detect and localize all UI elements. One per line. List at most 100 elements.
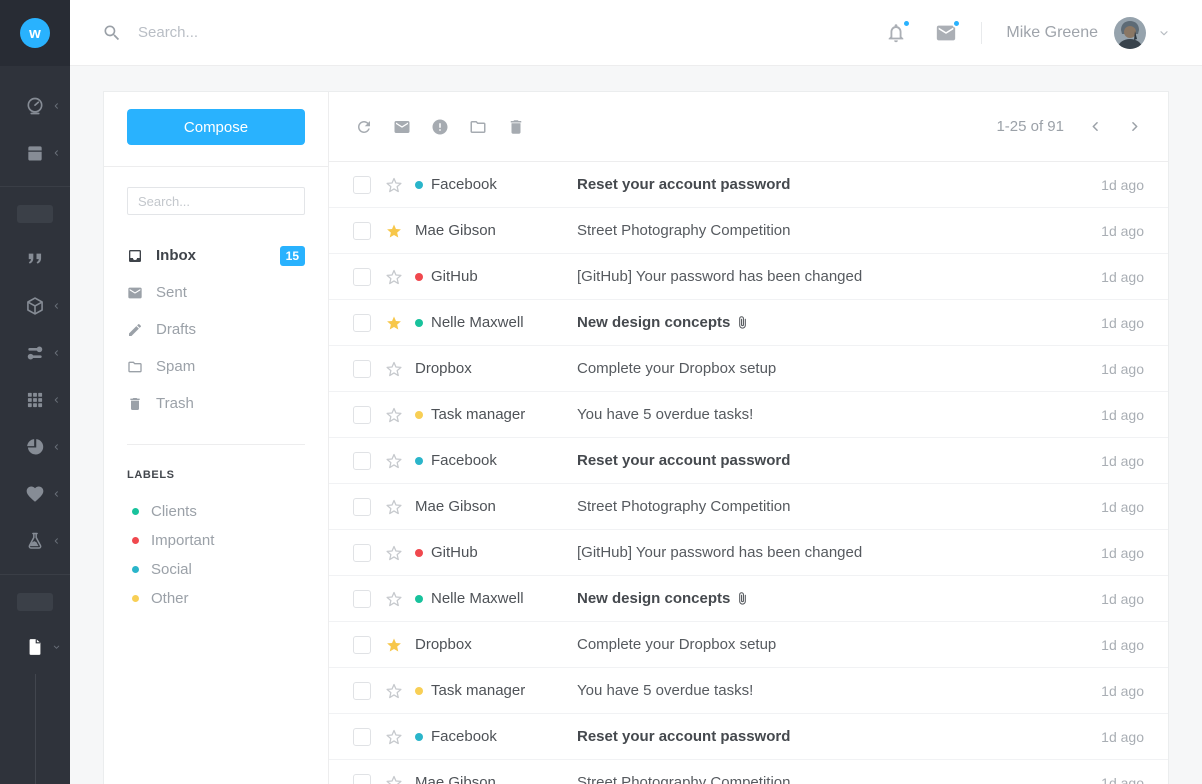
prev-page-button[interactable] (1088, 119, 1103, 134)
mail-row[interactable]: Nelle Maxwell New design concepts 1d ago (329, 300, 1168, 346)
mail-row[interactable]: GitHub [GitHub] Your password has been ch… (329, 254, 1168, 300)
row-checkbox[interactable] (353, 405, 371, 424)
row-star-filled-icon[interactable] (385, 314, 403, 332)
mark-read-button[interactable] (393, 118, 411, 136)
row-star-outline-icon[interactable] (385, 452, 403, 470)
row-checkbox[interactable] (353, 635, 371, 654)
sidebar-item-cube[interactable] (0, 282, 70, 329)
pencil-icon (127, 322, 143, 338)
notifications-button[interactable] (885, 18, 912, 44)
search-icon[interactable] (102, 23, 122, 43)
row-star-outline-icon[interactable] (385, 268, 403, 286)
row-label-dot (415, 732, 423, 741)
move-to-folder-button[interactable] (469, 118, 487, 136)
mail-row[interactable]: Facebook Reset your account password 1d ag… (329, 162, 1168, 208)
row-star-filled-icon[interactable] (385, 636, 403, 654)
mail-row[interactable]: Mae Gibson Street Photography Competition… (329, 208, 1168, 254)
row-star-outline-icon[interactable] (385, 360, 403, 378)
row-checkbox[interactable] (353, 175, 371, 194)
mail-search-input[interactable] (127, 187, 305, 215)
folder-item-sent[interactable]: Sent (104, 274, 328, 311)
next-page-button[interactable] (1127, 119, 1142, 134)
toolbar-actions (355, 118, 545, 136)
folder-item-inbox[interactable]: Inbox 15 (104, 237, 328, 274)
row-star-outline-icon[interactable] (385, 590, 403, 608)
row-checkbox[interactable] (353, 727, 371, 746)
row-star-outline-icon[interactable] (385, 774, 403, 784)
folder-item-spam[interactable]: Spam (104, 348, 328, 385)
row-subject: Complete your Dropbox setup (577, 636, 1089, 653)
report-spam-button[interactable] (431, 118, 449, 136)
row-sender-cell: Nelle Maxwell (415, 590, 577, 607)
mail-row[interactable]: Mae Gibson Street Photography Competition… (329, 484, 1168, 530)
sidebar-item-toggles[interactable] (0, 329, 70, 376)
row-sender: Facebook (431, 728, 497, 745)
row-checkbox[interactable] (353, 451, 371, 470)
sidebar-item-gauge[interactable] (0, 82, 70, 129)
sidebar-item-pie[interactable] (0, 423, 70, 470)
sidebar-item-heart[interactable] (0, 470, 70, 517)
user-menu-chevron-icon[interactable] (1158, 27, 1170, 39)
row-label-dot (415, 318, 423, 327)
row-checkbox[interactable] (353, 359, 371, 378)
mail-row[interactable]: Nelle Maxwell New design concepts 1d ago (329, 576, 1168, 622)
mail-row[interactable]: Dropbox Complete your Dropbox setup 1d ago (329, 622, 1168, 668)
chevron-left-icon (52, 348, 61, 357)
row-sender: GitHub (431, 544, 478, 561)
folder-item-trash[interactable]: Trash (104, 385, 328, 422)
row-star-outline-icon[interactable] (385, 544, 403, 562)
mail-row[interactable]: Mae Gibson Street Photography Competition… (329, 760, 1168, 784)
compose-button[interactable]: Compose (127, 109, 305, 145)
app-logo[interactable]: w (20, 18, 50, 48)
main-content: Compose Inbox 15 Sent Drafts Spam Trash LABEL… (70, 67, 1202, 784)
sidebar-item-drawer[interactable] (0, 129, 70, 176)
global-search-input[interactable] (138, 24, 418, 41)
row-checkbox[interactable] (353, 681, 371, 700)
avatar[interactable] (1114, 16, 1146, 49)
row-star-outline-icon[interactable] (385, 682, 403, 700)
label-list: Clients Important Social Other (104, 497, 328, 613)
row-sender-cell: Dropbox (415, 636, 577, 653)
row-time: 1d ago (1101, 406, 1144, 423)
chevron-left-icon (52, 101, 61, 110)
row-star-outline-icon[interactable] (385, 406, 403, 424)
row-checkbox[interactable] (353, 589, 371, 608)
row-checkbox[interactable] (353, 543, 371, 562)
mail-row[interactable]: Facebook Reset your account password 1d ag… (329, 438, 1168, 484)
row-sender: Dropbox (415, 360, 472, 377)
label-item-other[interactable]: Other (104, 584, 328, 613)
sidebar-item-quote[interactable] (0, 235, 70, 282)
row-star-outline-icon[interactable] (385, 176, 403, 194)
row-subject: Complete your Dropbox setup (577, 360, 1089, 377)
row-checkbox[interactable] (353, 221, 371, 240)
sidebar-item-flask[interactable] (0, 517, 70, 564)
label-item-clients[interactable]: Clients (104, 497, 328, 526)
pie-icon (25, 437, 45, 457)
mail-row[interactable]: Task manager You have 5 overdue tasks! 1d … (329, 392, 1168, 438)
folder-icon (127, 359, 143, 375)
grid-icon (25, 390, 45, 410)
row-checkbox[interactable] (353, 313, 371, 332)
label-item-important[interactable]: Important (104, 526, 328, 555)
mail-row[interactable]: GitHub [GitHub] Your password has been ch… (329, 530, 1168, 576)
row-checkbox[interactable] (353, 497, 371, 516)
folder-item-drafts[interactable]: Drafts (104, 311, 328, 348)
mail-row[interactable]: Task manager You have 5 overdue tasks! 1d … (329, 668, 1168, 714)
row-star-filled-icon[interactable] (385, 222, 403, 240)
messages-button[interactable] (935, 18, 962, 44)
row-checkbox[interactable] (353, 267, 371, 286)
label-item-social[interactable]: Social (104, 555, 328, 584)
row-checkbox[interactable] (353, 773, 371, 784)
delete-button[interactable] (507, 118, 525, 136)
row-subject-text: Reset your account password (577, 728, 791, 745)
row-subject-text: [GitHub] Your password has been changed (577, 268, 863, 285)
toggles-icon (25, 343, 45, 363)
mail-row[interactable]: Facebook Reset your account password 1d ag… (329, 714, 1168, 760)
sidebar-item-file[interactable] (0, 623, 70, 670)
mail-row[interactable]: Dropbox Complete your Dropbox setup 1d ago (329, 346, 1168, 392)
user-name[interactable]: Mike Greene (1006, 24, 1098, 42)
row-star-outline-icon[interactable] (385, 498, 403, 516)
sidebar-item-grid[interactable] (0, 376, 70, 423)
row-star-outline-icon[interactable] (385, 728, 403, 746)
refresh-button[interactable] (355, 118, 373, 136)
